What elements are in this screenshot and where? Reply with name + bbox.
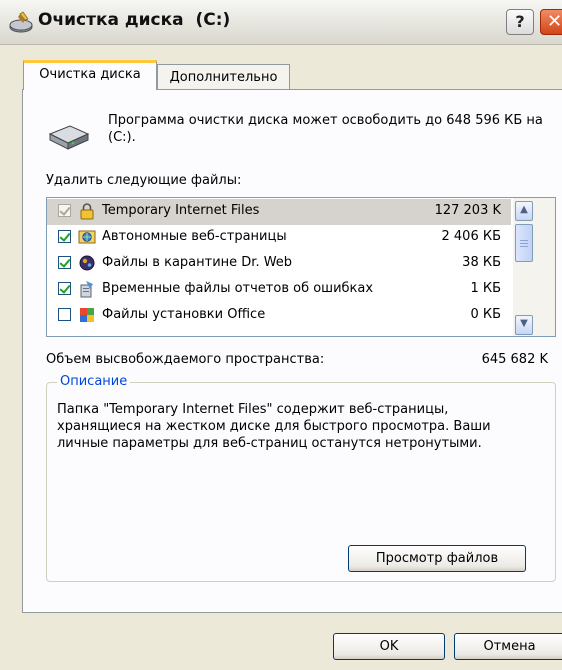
scroll-thumb[interactable] — [515, 224, 533, 262]
chevron-up-icon: ▲ — [520, 204, 528, 215]
cancel-button[interactable]: Отмена — [454, 633, 562, 660]
free-space-label: Объем высвобождаемого пространства: — [46, 352, 325, 367]
ok-button[interactable]: OK — [333, 633, 445, 660]
file-checkbox[interactable] — [58, 204, 71, 217]
files-scrollbar[interactable]: ▲ ▼ — [513, 198, 555, 336]
list-item[interactable]: Файлы в карантине Dr. Web 38 КБ — [47, 251, 511, 277]
tab-disk-cleanup[interactable]: Очистка диска — [23, 60, 157, 90]
view-files-button[interactable]: Просмотр файлов — [348, 545, 526, 572]
description-title: Описание — [57, 374, 131, 389]
files-list[interactable]: Temporary Internet Files 127 203 K Автон… — [46, 197, 556, 337]
error-report-icon — [80, 281, 93, 298]
description-text: Папка "Temporary Internet Files" содержи… — [57, 402, 491, 451]
disk-cleanup-window: Очистка диска (C:) ? ✕ Очистка диска Доп… — [0, 0, 562, 670]
free-space-value: 645 682 K — [481, 352, 548, 367]
hard-drive-icon — [48, 125, 90, 150]
offline-pages-icon — [78, 230, 96, 244]
quarantine-icon — [79, 255, 95, 271]
file-checkbox[interactable] — [58, 308, 71, 321]
office-setup-icon — [80, 308, 94, 322]
window-title: Очистка диска (C:) — [38, 10, 231, 30]
files-label: Удалить следующие файлы: — [46, 173, 242, 188]
close-icon: ✕ — [547, 11, 562, 32]
help-button[interactable]: ? — [506, 9, 534, 35]
scroll-down-button[interactable]: ▼ — [515, 315, 533, 335]
file-checkbox[interactable] — [58, 282, 71, 295]
intro-text: Программа очистки диска может освободить… — [108, 113, 543, 145]
title-bar[interactable]: Очистка диска (C:) ? ✕ — [0, 0, 562, 45]
tab-panel: Программа очистки диска может освободить… — [22, 89, 562, 613]
list-item[interactable]: Temporary Internet Files 127 203 K — [47, 199, 511, 225]
chevron-down-icon: ▼ — [520, 318, 528, 329]
file-checkbox[interactable] — [58, 230, 71, 243]
scroll-up-button[interactable]: ▲ — [515, 201, 533, 221]
list-item[interactable]: Файлы установки Office 0 КБ — [47, 303, 511, 329]
list-item[interactable]: Автономные веб-страницы 2 406 КБ — [47, 225, 511, 251]
tab-more-options[interactable]: Дополнительно — [157, 64, 290, 90]
close-button[interactable]: ✕ — [540, 9, 562, 35]
lock-icon — [80, 203, 94, 220]
list-item[interactable]: Временные файлы отчетов об ошибках 1 КБ — [47, 277, 511, 303]
disk-cleanup-icon — [9, 11, 33, 33]
file-checkbox[interactable] — [58, 256, 71, 269]
